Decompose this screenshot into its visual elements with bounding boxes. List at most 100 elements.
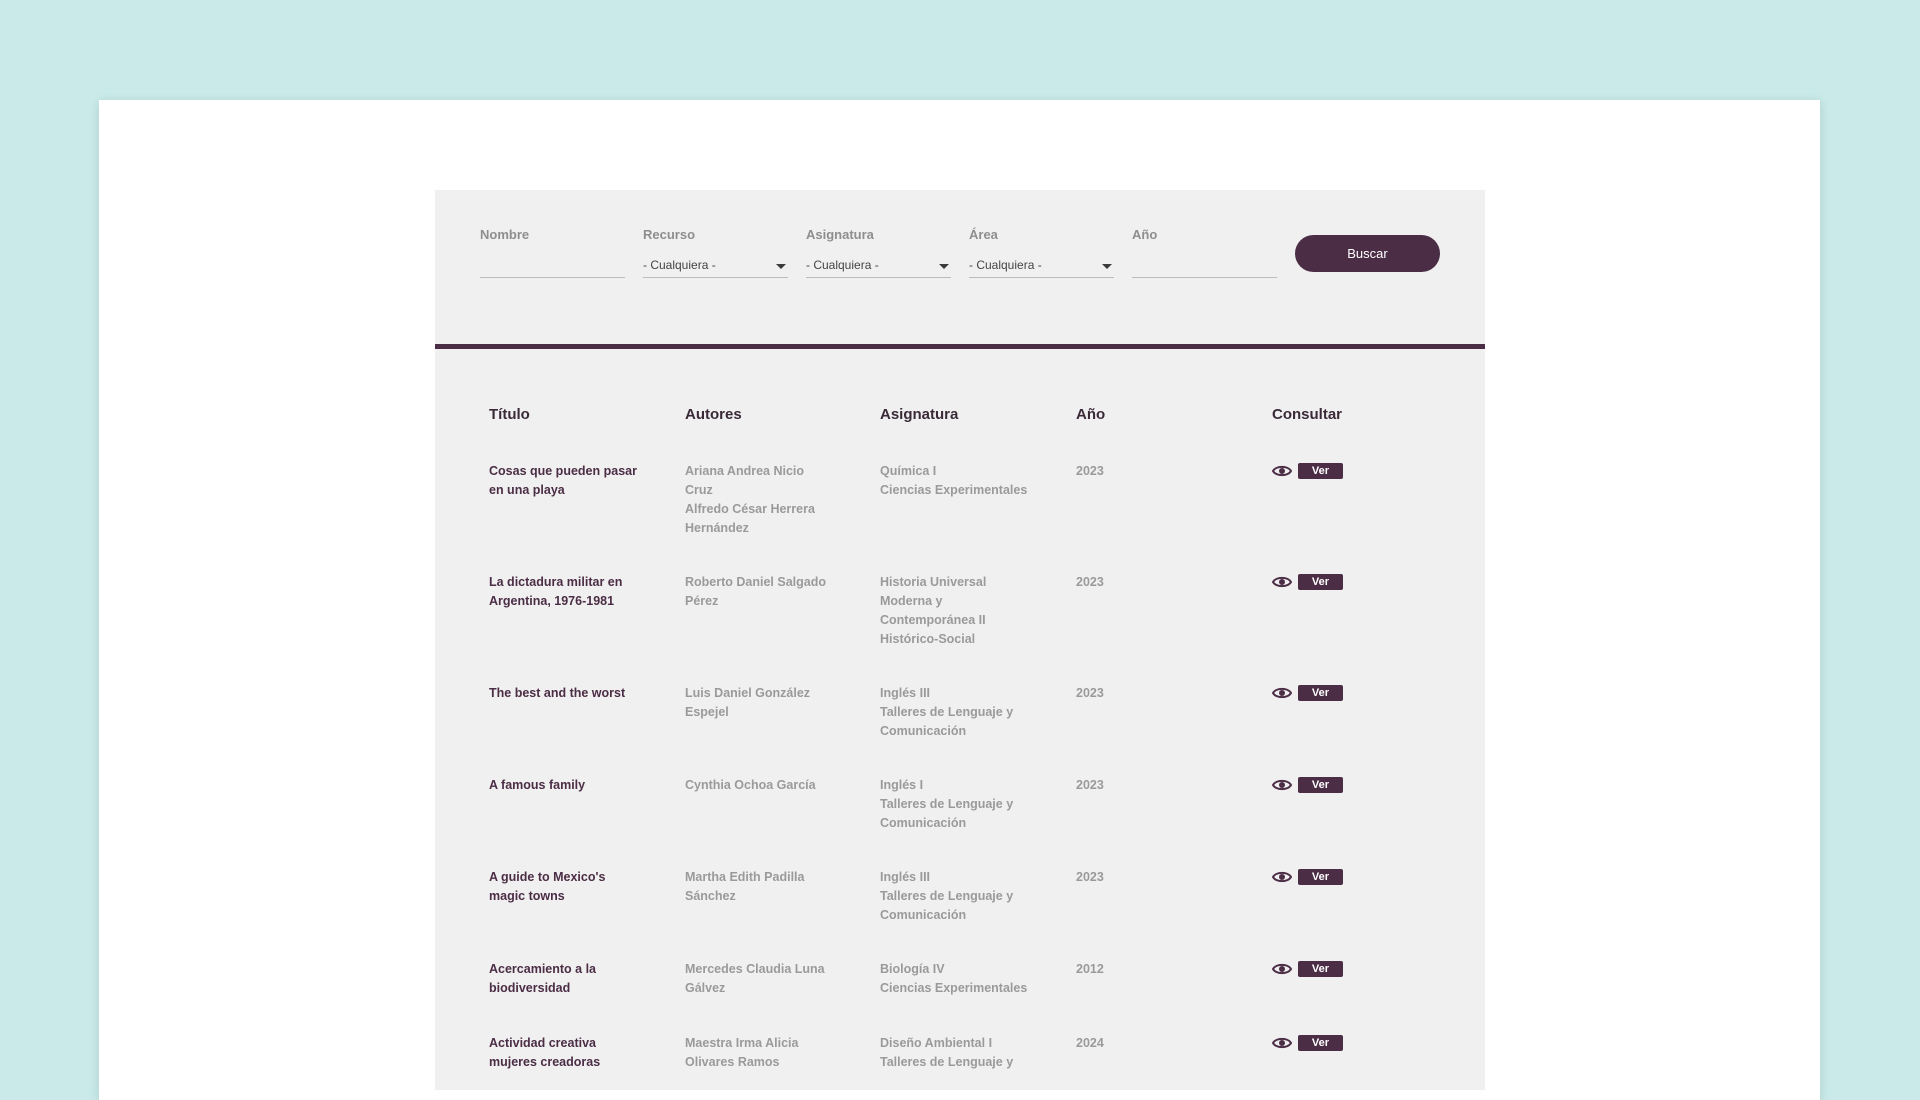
row-subject-line: Diseño Ambiental I: [880, 1036, 993, 1050]
row-authors-line: Ariana Andrea Nicio: [685, 464, 805, 478]
row-year: 2024: [1076, 1036, 1104, 1050]
row-subject: Inglés III Talleres de Lenguaje y Comunica…: [880, 868, 1055, 925]
eye-icon[interactable]: [1272, 464, 1292, 478]
row-authors-line: Espejel: [685, 705, 729, 719]
row-title-line: biodiversidad: [489, 981, 571, 995]
row-subject: Diseño Ambiental I Talleres de Lenguaje y: [880, 1034, 1055, 1072]
eye-icon[interactable]: [1272, 1036, 1292, 1050]
row-subject: Química I Ciencias Experimentales: [880, 462, 1055, 500]
recurso-label: Recurso: [643, 227, 696, 242]
row-title-line: Argentina, 1976-1981: [489, 594, 615, 608]
row-subject-line: Comunicación: [880, 724, 967, 738]
row-subject-line: Histórico-Social: [880, 632, 976, 646]
row-subject-line: Comunicación: [880, 908, 967, 922]
row-year: 2023: [1076, 686, 1104, 700]
row-authors-line: Cynthia Ochoa García: [685, 778, 816, 792]
row-authors: Maestra Irma Alicia Olivares Ramos: [685, 1034, 845, 1072]
row-year: 2023: [1076, 870, 1104, 884]
caret-down-icon: [1102, 264, 1112, 269]
eye-icon[interactable]: [1272, 778, 1292, 792]
row-authors-line: Sánchez: [685, 889, 736, 903]
row-title: Acercamiento a la biodiversidad: [489, 960, 664, 998]
row-subject-line: Química I: [880, 464, 937, 478]
header-titulo: Título: [489, 406, 530, 423]
eye-icon[interactable]: [1272, 575, 1292, 589]
filter-bar: Nombre Recurso - Cualquiera - Asignatura…: [435, 190, 1485, 349]
row-subject-line: Comunicación: [880, 816, 967, 830]
row-subject-line: Talleres de Lenguaje y: [880, 889, 1014, 903]
caret-down-icon: [776, 264, 786, 269]
table-header: Título Autores Asignatura Año Consultar: [489, 406, 1469, 461]
row-title-line: Actividad creativa: [489, 1036, 596, 1050]
eye-icon[interactable]: [1272, 686, 1292, 700]
anio-label: Año: [1132, 227, 1158, 242]
row-title: A guide to Mexico's magic towns: [489, 868, 664, 906]
row-subject: Inglés III Talleres de Lenguaje y Comunica…: [880, 684, 1055, 741]
row-authors-line: Hernández: [685, 521, 749, 535]
row-subject-line: Talleres de Lenguaje y: [880, 1055, 1014, 1069]
row-subject: Inglés I Talleres de Lenguaje y Comunicaci…: [880, 776, 1055, 833]
row-subject-line: Biología IV: [880, 962, 945, 976]
nombre-label: Nombre: [480, 227, 530, 242]
asignatura-label: Asignatura: [806, 227, 874, 242]
row-subject-line: Inglés III: [880, 870, 931, 884]
ver-button[interactable]: Ver: [1298, 463, 1343, 479]
row-title: Actividad creativa mujeres creadoras: [489, 1034, 664, 1072]
row-consultar: Ver: [1272, 463, 1392, 479]
row-subject-line: Ciencias Experimentales: [880, 483, 1028, 497]
row-title: La dictadura militar en Argentina, 1976-1…: [489, 573, 664, 611]
nombre-input[interactable]: [480, 255, 625, 278]
row-subject-line: Contemporánea II: [880, 613, 986, 627]
row-title-line: La dictadura militar en: [489, 575, 623, 589]
header-autores: Autores: [685, 406, 742, 423]
row-title-line: A guide to Mexico's: [489, 870, 606, 884]
eye-icon[interactable]: [1272, 962, 1292, 976]
row-subject-line: Talleres de Lenguaje y: [880, 797, 1014, 811]
recurso-select[interactable]: - Cualquiera -: [643, 255, 788, 278]
row-authors-line: Pérez: [685, 594, 719, 608]
row-subject: Biología IV Ciencias Experimentales: [880, 960, 1055, 998]
row-subject-line: Talleres de Lenguaje y: [880, 705, 1014, 719]
row-subject-line: Ciencias Experimentales: [880, 981, 1028, 995]
ver-button[interactable]: Ver: [1298, 961, 1343, 977]
row-subject-line: Inglés III: [880, 686, 931, 700]
row-authors-line: Mercedes Claudia Luna: [685, 962, 825, 976]
row-title-line: The best and the worst: [489, 686, 626, 700]
row-consultar: Ver: [1272, 574, 1392, 590]
anio-input[interactable]: [1132, 255, 1277, 278]
ver-button[interactable]: Ver: [1298, 685, 1343, 701]
ver-button[interactable]: Ver: [1298, 574, 1343, 590]
row-title-line: mujeres creadoras: [489, 1055, 601, 1069]
row-title-line: Cosas que pueden pasar: [489, 464, 637, 478]
row-authors: Cynthia Ochoa García: [685, 776, 845, 795]
recurso-filter: Recurso - Cualquiera -: [643, 227, 788, 278]
area-select[interactable]: - Cualquiera -: [969, 255, 1114, 278]
row-authors: Ariana Andrea Nicio Cruz Alfredo César Her…: [685, 462, 845, 538]
asignatura-selected-value: - Cualquiera -: [806, 258, 879, 272]
buscar-button[interactable]: Buscar: [1295, 235, 1440, 272]
row-year: 2023: [1076, 575, 1104, 589]
ver-button[interactable]: Ver: [1298, 869, 1343, 885]
row-year: 2023: [1076, 778, 1104, 792]
header-consultar: Consultar: [1272, 406, 1343, 423]
row-consultar: Ver: [1272, 961, 1392, 977]
row-authors-line: Martha Edith Padilla: [685, 870, 805, 884]
caret-down-icon: [939, 264, 949, 269]
results-table: Título Autores Asignatura Año Consultar …: [489, 406, 1469, 1069]
row-subject-line: Historia Universal: [880, 575, 987, 589]
nombre-filter: Nombre: [480, 227, 625, 278]
eye-icon[interactable]: [1272, 870, 1292, 884]
row-title-line: en una playa: [489, 483, 565, 497]
header-anio: Año: [1076, 406, 1106, 423]
area-label: Área: [969, 227, 998, 242]
row-authors-line: Cruz: [685, 483, 713, 497]
ver-button[interactable]: Ver: [1298, 777, 1343, 793]
asignatura-select[interactable]: - Cualquiera -: [806, 255, 951, 278]
repository-panel: Nombre Recurso - Cualquiera - Asignatura…: [435, 190, 1485, 1090]
row-year: 2023: [1076, 464, 1104, 478]
row-authors-line: Maestra Irma Alicia: [685, 1036, 799, 1050]
ver-button[interactable]: Ver: [1298, 1035, 1343, 1051]
row-consultar: Ver: [1272, 1035, 1392, 1051]
row-year: 2012: [1076, 962, 1104, 976]
row-authors-line: Alfredo César Herrera: [685, 502, 815, 516]
